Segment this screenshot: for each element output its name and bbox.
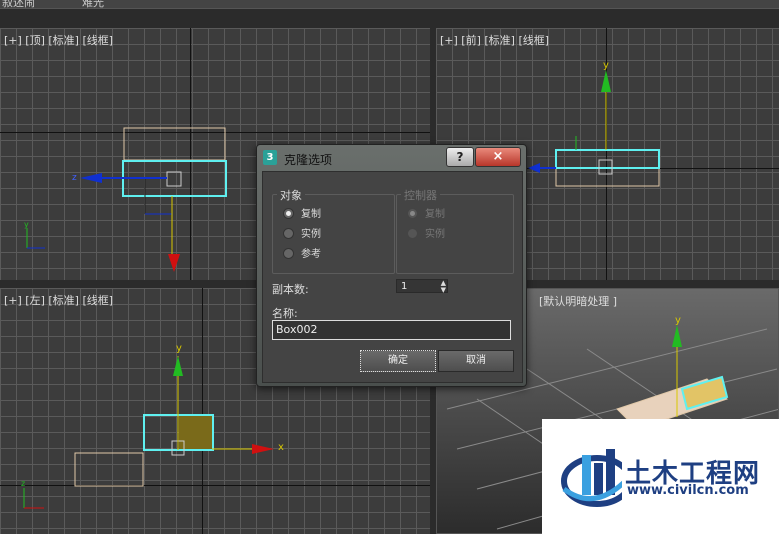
copies-value[interactable]: 1 bbox=[401, 281, 407, 292]
spinner-arrows-icon[interactable]: ▲ ▼ bbox=[441, 280, 446, 294]
front-axis-y-label: y bbox=[603, 60, 609, 71]
name-input[interactable]: Box002 bbox=[272, 320, 511, 340]
svg-text:z: z bbox=[72, 173, 77, 183]
watermark-logo-icon bbox=[561, 449, 622, 507]
svg-text:y: y bbox=[675, 315, 681, 326]
close-button[interactable]: × bbox=[475, 147, 521, 167]
dialog-title: 克隆选项 bbox=[284, 153, 333, 167]
controller-group-title: 控制器 bbox=[401, 187, 440, 203]
cancel-button[interactable]: 取消 bbox=[438, 350, 514, 372]
viewport-top-label[interactable]: [+] [顶] [标准] [线框] bbox=[4, 32, 113, 48]
radio-button[interactable] bbox=[283, 247, 294, 259]
viewport-perspective-label[interactable]: [默认明暗处理 ] bbox=[539, 293, 617, 309]
watermark: 土木工程网 www.civilcn.com bbox=[542, 419, 779, 534]
left-axis-y-label: y bbox=[176, 343, 182, 354]
radio-controller-copy: 复制 bbox=[407, 207, 445, 222]
toolbar-text-left: 叙述闹 bbox=[2, 0, 35, 9]
watermark-url: www.civilcn.com bbox=[627, 483, 749, 498]
radio-button[interactable] bbox=[283, 207, 294, 219]
dialog-title-bar[interactable]: 3 克隆选项 ? × bbox=[257, 145, 526, 171]
radio-button bbox=[407, 207, 418, 219]
viewport-front-label[interactable]: [+] [前] [标准] [线框] bbox=[440, 32, 549, 48]
object-group-title: 对象 bbox=[277, 187, 305, 203]
clone-options-dialog[interactable]: 3 克隆选项 ? × 对象 复制 实例 参考 控制器 复制 实例 副本数: 1 … bbox=[256, 144, 527, 387]
radio-button[interactable] bbox=[283, 227, 294, 239]
top-toolbar-strip: 叙述闹 难光 bbox=[0, 0, 779, 9]
toolbar-text-mid: 难光 bbox=[82, 0, 104, 9]
svg-text:y: y bbox=[24, 220, 29, 229]
radio-controller-instance: 实例 bbox=[407, 227, 445, 242]
help-button[interactable]: ? bbox=[446, 147, 474, 167]
radio-object-reference[interactable]: 参考 bbox=[283, 247, 321, 262]
viewport-left-label[interactable]: [+] [左] [标准] [线框] bbox=[4, 292, 113, 308]
ok-button[interactable]: 确定 bbox=[360, 350, 436, 372]
radio-object-copy[interactable]: 复制 bbox=[283, 207, 321, 222]
name-label: 名称: bbox=[272, 307, 298, 320]
radio-button bbox=[407, 227, 418, 239]
copies-label: 副本数: bbox=[272, 283, 309, 296]
copies-spinner[interactable]: 1 ▲ ▼ bbox=[396, 279, 448, 294]
svg-text:z: z bbox=[21, 479, 25, 488]
left-axis-x-label: x bbox=[278, 442, 284, 453]
app-icon: 3 bbox=[263, 150, 277, 165]
radio-object-instance[interactable]: 实例 bbox=[283, 227, 321, 242]
controller-group: 控制器 复制 实例 bbox=[396, 187, 514, 274]
dialog-body: 对象 复制 实例 参考 控制器 复制 实例 副本数: 1 ▲ ▼ 名称: Box0… bbox=[262, 171, 523, 383]
object-group: 对象 复制 实例 参考 bbox=[272, 187, 395, 274]
